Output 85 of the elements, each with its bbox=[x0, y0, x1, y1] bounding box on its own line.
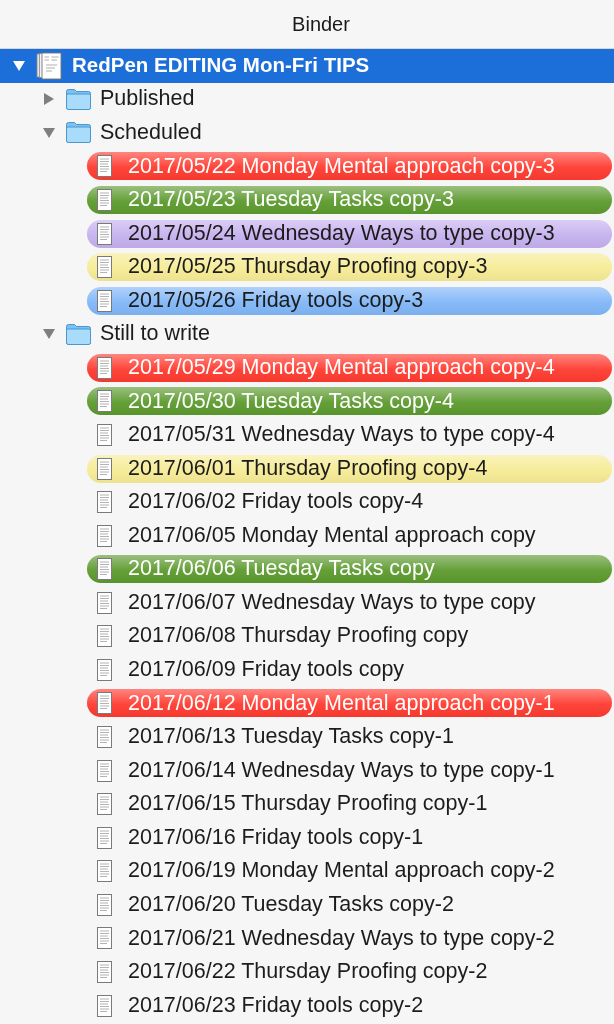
disclosure-triangle-icon[interactable] bbox=[42, 125, 56, 140]
disclosure-triangle-icon[interactable] bbox=[42, 92, 56, 107]
document-title: 2017/05/23 Tuesday Tasks copy-3 bbox=[128, 187, 454, 213]
binder-item[interactable]: Still to write bbox=[0, 317, 614, 352]
document-title: 2017/06/23 Friday tools copy-2 bbox=[128, 992, 424, 1019]
binder-item[interactable]: 2017/05/31 Wednesday Ways to type copy-4 bbox=[0, 418, 614, 452]
document-icon bbox=[97, 726, 112, 749]
document-icon bbox=[97, 692, 112, 715]
document-title: 2017/06/02 Friday tools copy-4 bbox=[128, 489, 424, 515]
document-title: 2017/05/30 Tuesday Tasks copy-4 bbox=[128, 388, 454, 415]
document-icon bbox=[97, 390, 112, 413]
document-title: 2017/06/22 Thursday Proofing copy-2 bbox=[128, 959, 488, 985]
binder-item[interactable]: 2017/06/15 Thursday Proofing copy-1 bbox=[0, 787, 614, 821]
binder-item[interactable]: 2017/05/26 Friday tools copy-3 bbox=[0, 283, 614, 318]
document-icon bbox=[97, 256, 112, 279]
document-title: 2017/06/09 Friday tools copy bbox=[128, 657, 405, 683]
document-title: 2017/05/26 Friday tools copy-3 bbox=[128, 287, 424, 314]
binder-item[interactable]: Published bbox=[0, 82, 614, 117]
folder-icon bbox=[65, 322, 92, 346]
document-icon bbox=[97, 558, 112, 581]
document-icon bbox=[97, 994, 112, 1017]
document-icon bbox=[97, 356, 112, 379]
document-title: 2017/05/24 Wednesday Ways to type copy-3 bbox=[128, 220, 555, 247]
binder-item[interactable]: 2017/06/23 Friday tools copy-2 bbox=[0, 988, 614, 1023]
document-icon bbox=[97, 927, 112, 950]
document-title: 2017/06/19 Monday Mental approach copy-2 bbox=[128, 858, 555, 885]
document-title: 2017/06/01 Thursday Proofing copy-4 bbox=[128, 455, 488, 482]
document-icon bbox=[97, 625, 112, 648]
panel-title: Binder bbox=[292, 12, 350, 36]
binder-item[interactable]: 2017/06/01 Thursday Proofing copy-4 bbox=[0, 451, 614, 486]
document-title: 2017/06/16 Friday tools copy-1 bbox=[128, 824, 424, 851]
binder-item[interactable]: 2017/06/16 Friday tools copy-1 bbox=[0, 820, 614, 855]
document-icon bbox=[97, 524, 112, 547]
binder-item[interactable]: 2017/06/22 Thursday Proofing copy-2 bbox=[0, 955, 614, 989]
folder-icon bbox=[65, 87, 92, 111]
document-icon bbox=[97, 658, 112, 681]
document-icon bbox=[97, 960, 112, 983]
document-icon bbox=[97, 893, 112, 916]
document-icon bbox=[97, 222, 112, 245]
document-icon bbox=[97, 826, 112, 849]
binder-item[interactable]: 2017/06/07 Wednesday Ways to type copy bbox=[0, 586, 614, 620]
document-icon bbox=[97, 860, 112, 883]
binder-item[interactable]: 2017/06/21 Wednesday Ways to type copy-2 bbox=[0, 921, 614, 956]
document-title: 2017/06/15 Thursday Proofing copy-1 bbox=[128, 791, 488, 818]
document-title: 2017/05/29 Monday Mental approach copy-4 bbox=[128, 354, 555, 381]
document-title: 2017/05/31 Wednesday Ways to type copy-4 bbox=[128, 422, 555, 448]
document-title: 2017/06/07 Wednesday Ways to type copy bbox=[128, 589, 536, 616]
document-icon bbox=[97, 591, 112, 614]
document-title: 2017/06/08 Thursday Proofing copy bbox=[128, 623, 469, 650]
folder-title: Scheduled bbox=[100, 120, 202, 146]
document-title: 2017/06/06 Tuesday Tasks copy bbox=[128, 556, 435, 583]
folder-title: Published bbox=[100, 86, 195, 113]
document-title: 2017/05/22 Monday Mental approach copy-3 bbox=[128, 153, 555, 180]
folder-title: Still to write bbox=[100, 321, 210, 348]
binder-item[interactable]: RedPen EDITING Mon-Fri TIPS bbox=[0, 49, 614, 83]
document-icon bbox=[97, 491, 112, 514]
binder-item[interactable]: 2017/06/13 Tuesday Tasks copy-1 bbox=[0, 720, 614, 754]
document-icon bbox=[97, 189, 112, 212]
binder-item[interactable]: 2017/06/20 Tuesday Tasks copy-2 bbox=[0, 888, 614, 922]
document-title: 2017/06/05 Monday Mental approach copy bbox=[128, 522, 536, 549]
binder-item[interactable]: 2017/06/14 Wednesday Ways to type copy-1 bbox=[0, 753, 614, 788]
folder-icon bbox=[65, 121, 92, 145]
document-title: 2017/06/13 Tuesday Tasks copy-1 bbox=[128, 724, 454, 750]
project-title: RedPen EDITING Mon-Fri TIPS bbox=[72, 53, 370, 79]
disclosure-triangle-icon[interactable] bbox=[12, 58, 26, 73]
binder-item[interactable]: 2017/06/02 Friday tools copy-4 bbox=[0, 485, 614, 519]
document-icon bbox=[97, 155, 112, 178]
document-icon bbox=[97, 457, 112, 480]
binder-item[interactable]: 2017/05/24 Wednesday Ways to type copy-3 bbox=[0, 216, 614, 251]
binder-item[interactable]: Scheduled bbox=[0, 116, 614, 150]
binder-item[interactable]: 2017/06/08 Thursday Proofing copy bbox=[0, 619, 614, 654]
document-icon bbox=[97, 289, 112, 312]
document-title: 2017/06/21 Wednesday Ways to type copy-2 bbox=[128, 925, 555, 952]
document-stack-icon bbox=[36, 51, 62, 80]
binder-item[interactable]: 2017/06/05 Monday Mental approach copy bbox=[0, 518, 614, 553]
binder-item[interactable]: 2017/06/09 Friday tools copy bbox=[0, 653, 614, 687]
document-icon bbox=[97, 793, 112, 816]
document-title: 2017/05/25 Thursday Proofing copy-3 bbox=[128, 254, 488, 281]
document-title: 2017/06/12 Monday Mental approach copy-1 bbox=[128, 690, 555, 717]
document-title: 2017/06/14 Wednesday Ways to type copy-1 bbox=[128, 757, 555, 784]
document-title: 2017/06/20 Tuesday Tasks copy-2 bbox=[128, 891, 454, 918]
document-icon bbox=[97, 759, 112, 782]
binder-item[interactable]: 2017/05/25 Thursday Proofing copy-3 bbox=[0, 250, 614, 284]
binder-item[interactable]: 2017/06/19 Monday Mental approach copy-2 bbox=[0, 854, 614, 889]
document-icon bbox=[97, 423, 112, 446]
